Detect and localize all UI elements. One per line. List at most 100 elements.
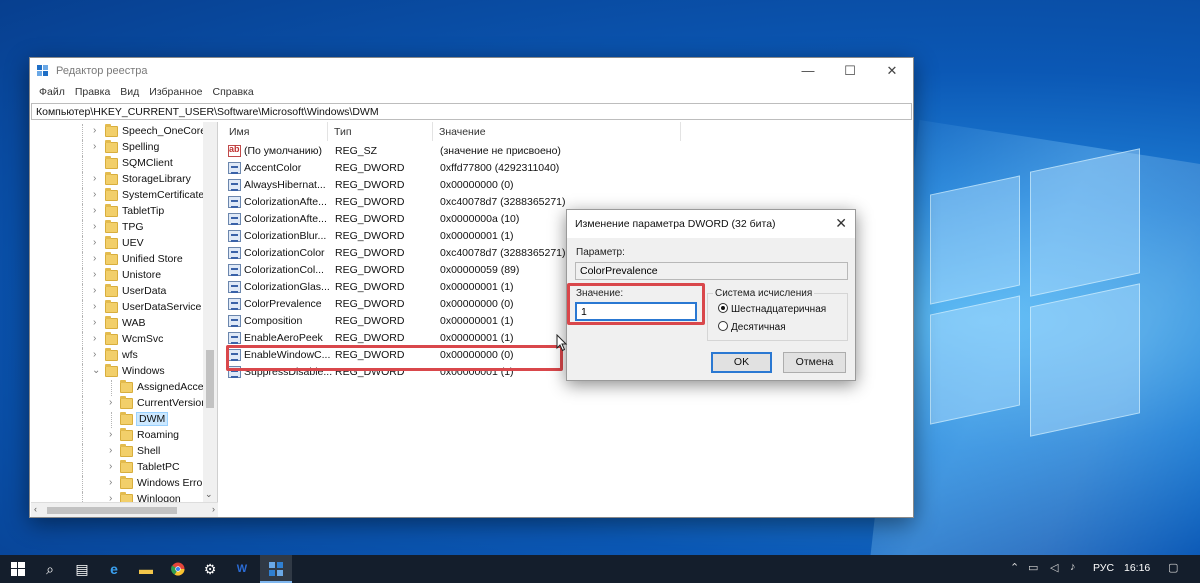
chevron-down-icon[interactable]: ⌄ — [205, 489, 213, 500]
expand-arrow-icon[interactable]: › — [93, 301, 103, 312]
registry-editor-taskbar-icon[interactable] — [260, 555, 292, 583]
tree-item[interactable]: › TPG — [31, 220, 211, 236]
dword-value-icon — [228, 298, 241, 310]
tree-item[interactable]: › Speech_OneCore — [31, 124, 211, 140]
chrome-icon[interactable] — [162, 555, 194, 583]
tree-horizontal-scrollbar[interactable]: ‹ › — [31, 502, 218, 517]
expand-arrow-icon[interactable]: › — [93, 189, 103, 200]
tree-item[interactable]: › CurrentVersion — [31, 396, 211, 412]
expand-arrow-icon[interactable]: › — [93, 141, 103, 152]
expand-arrow-icon[interactable]: › — [109, 445, 119, 456]
dword-value-icon — [228, 230, 241, 242]
tree-item[interactable]: › WAB — [31, 316, 211, 332]
collapse-arrow-icon[interactable]: ⌄ — [92, 365, 102, 376]
menu-favorites[interactable]: Избранное — [144, 84, 207, 102]
folder-icon — [105, 140, 118, 153]
expand-arrow-icon[interactable]: › — [109, 477, 119, 488]
column-header-name[interactable]: Имя — [223, 122, 328, 141]
scroll-right-icon[interactable]: › — [212, 504, 215, 514]
parameter-name-field[interactable]: ColorPrevalence — [575, 262, 848, 280]
speaker-icon[interactable]: ♪ — [1070, 561, 1076, 573]
dialog-title-bar[interactable]: Изменение параметра DWORD (32 бита) ✕ — [567, 210, 855, 238]
clock-time[interactable]: 16:16 — [1124, 562, 1150, 574]
tree-item-selected[interactable]: DWM — [31, 412, 211, 428]
expand-arrow-icon[interactable]: › — [109, 429, 119, 440]
list-item[interactable]: (По умолчанию)REG_SZ(значение не присвое… — [223, 143, 883, 160]
tree-item[interactable]: SQMClient — [31, 156, 211, 172]
ok-button[interactable]: OK — [711, 352, 772, 373]
tree-item[interactable]: › Shell — [31, 444, 211, 460]
tree-item[interactable]: › UEV — [31, 236, 211, 252]
input-language[interactable]: РУС — [1093, 562, 1114, 574]
expand-arrow-icon[interactable]: › — [93, 221, 103, 232]
folder-icon — [105, 300, 118, 313]
minimize-button[interactable]: — — [789, 58, 827, 84]
expand-arrow-icon[interactable]: › — [93, 285, 103, 296]
decimal-radio[interactable]: Десятичная — [718, 321, 786, 333]
registry-tree: › Speech_OneCore › Spelling SQMClient › Sto… — [31, 122, 218, 504]
hex-radio[interactable]: Шестнадцатеричная — [718, 303, 826, 315]
expand-arrow-icon[interactable]: › — [93, 269, 103, 280]
list-item[interactable]: AlwaysHibernat... REG_DWORD 0x00000000 (0) — [223, 177, 883, 194]
dword-value-icon — [228, 332, 241, 344]
tree-item[interactable]: › SystemCertificate — [31, 188, 211, 204]
expand-arrow-icon[interactable]: › — [93, 237, 103, 248]
base-groupbox — [707, 293, 848, 341]
tree-item[interactable]: › Spelling — [31, 140, 211, 156]
tray-chevron-up-icon[interactable]: ⌃ — [1010, 561, 1019, 574]
expand-arrow-icon[interactable]: › — [93, 349, 103, 360]
tree-item[interactable]: › TabletTip — [31, 204, 211, 220]
expand-arrow-icon[interactable]: › — [109, 461, 119, 472]
registry-editor-app-icon — [37, 65, 49, 77]
column-header-value[interactable]: Значение — [433, 122, 681, 141]
search-icon[interactable]: ⌕ — [34, 555, 66, 583]
address-bar[interactable]: Компьютер\HKEY_CURRENT_USER\Software\Mic… — [31, 103, 912, 120]
tree-item[interactable]: › UserDataService — [31, 300, 211, 316]
title-bar[interactable]: Редактор реестра — ☐ ✕ — [30, 58, 913, 84]
column-header-type[interactable]: Тип — [328, 122, 433, 141]
dword-value-icon — [228, 315, 241, 327]
menu-edit[interactable]: Правка — [70, 84, 115, 102]
cancel-button[interactable]: Отмена — [783, 352, 846, 373]
tree-item[interactable]: › TabletPC — [31, 460, 211, 476]
tree-item[interactable]: › Unistore — [31, 268, 211, 284]
tree-item[interactable]: › StorageLibrary — [31, 172, 211, 188]
tree-vertical-scrollbar[interactable]: ⌄ — [203, 122, 217, 502]
expand-arrow-icon[interactable]: › — [93, 253, 103, 264]
notifications-icon[interactable]: ▢ — [1168, 561, 1178, 574]
expand-arrow-icon[interactable]: › — [93, 333, 103, 344]
scroll-left-icon[interactable]: ‹ — [34, 504, 37, 514]
tree-item[interactable]: › Windows Error — [31, 476, 211, 492]
task-view-icon[interactable]: ▤ — [66, 555, 98, 583]
folder-open-icon — [105, 364, 118, 377]
expand-arrow-icon[interactable]: › — [93, 173, 103, 184]
expand-arrow-icon[interactable]: › — [93, 125, 103, 136]
menu-view[interactable]: Вид — [115, 84, 144, 102]
tree-item[interactable]: ⌄ Windows — [31, 364, 211, 380]
menu-help[interactable]: Справка — [208, 84, 259, 102]
expand-arrow-icon[interactable]: › — [93, 317, 103, 328]
settings-gear-icon[interactable]: ⚙ — [194, 555, 226, 583]
tree-item[interactable]: › wfs — [31, 348, 211, 364]
word-icon[interactable]: W — [226, 555, 258, 583]
tree-item[interactable]: › UserData — [31, 284, 211, 300]
network-icon[interactable]: ▭ — [1028, 561, 1038, 574]
list-item[interactable]: AccentColor REG_DWORD 0xffd77800 (42923110… — [223, 160, 883, 177]
tree-item[interactable]: AssignedAcce — [31, 380, 211, 396]
scroll-thumb[interactable] — [206, 350, 214, 408]
volume-icon[interactable]: ◁ — [1050, 561, 1058, 574]
maximize-button[interactable]: ☐ — [831, 58, 869, 84]
start-button[interactable] — [2, 555, 34, 583]
tree-item[interactable]: › WcmSvc — [31, 332, 211, 348]
expand-arrow-icon[interactable]: › — [109, 397, 119, 408]
tree-item[interactable]: › Unified Store — [31, 252, 211, 268]
menu-file[interactable]: Файл — [34, 84, 70, 102]
dialog-close-icon[interactable]: ✕ — [835, 215, 847, 232]
close-button[interactable]: ✕ — [873, 58, 911, 84]
edge-browser-icon[interactable]: e — [98, 555, 130, 583]
expand-arrow-icon[interactable]: › — [93, 205, 103, 216]
scroll-thumb[interactable] — [47, 507, 177, 514]
tree-item[interactable]: › Roaming — [31, 428, 211, 444]
dword-value-icon — [228, 247, 241, 259]
file-explorer-icon[interactable]: ▬ — [130, 555, 162, 583]
